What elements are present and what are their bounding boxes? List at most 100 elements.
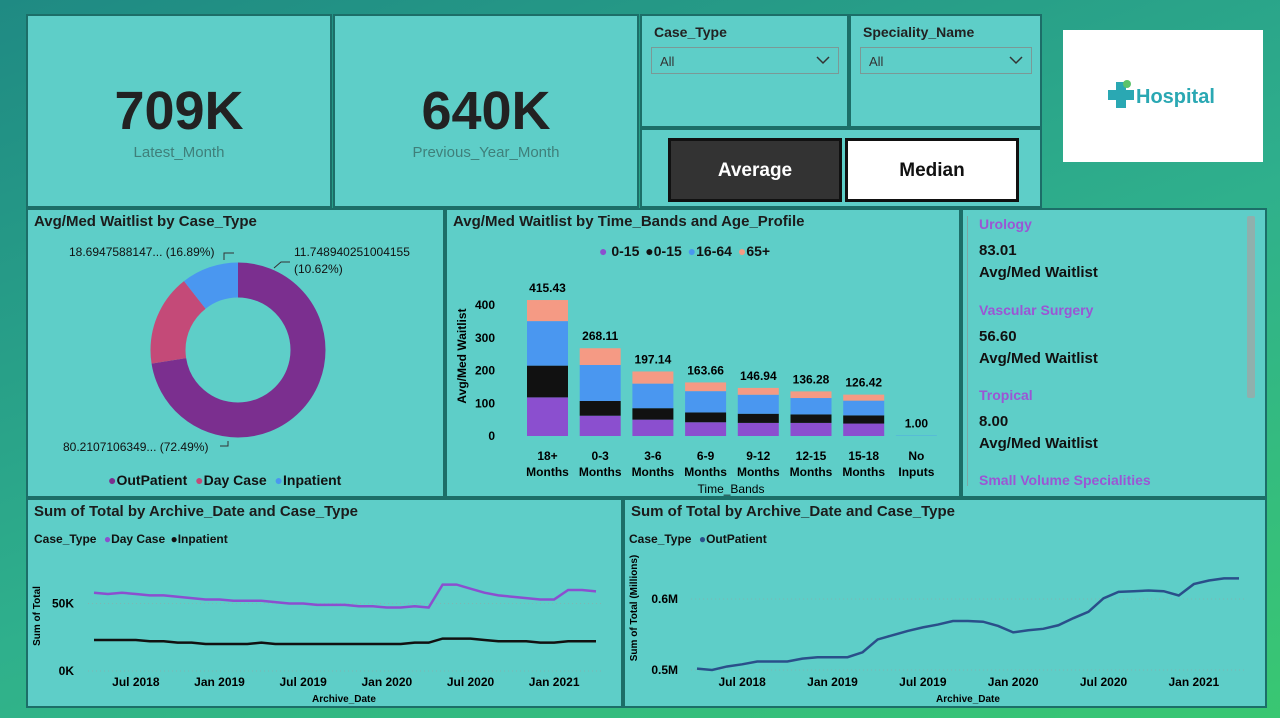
bar-category-label: 9-12 bbox=[746, 449, 770, 463]
bar-segment bbox=[790, 414, 832, 423]
series-line bbox=[93, 583, 597, 609]
speciality-dropdown[interactable]: All bbox=[860, 47, 1032, 74]
bar-segment bbox=[685, 422, 727, 436]
series-line bbox=[94, 637, 596, 646]
bar-total-label: 1.00 bbox=[905, 417, 929, 431]
line-ytick: 0.6M bbox=[651, 592, 678, 606]
card-label-0: Avg/Med Waitlist bbox=[979, 264, 1098, 281]
bar-ytick: 100 bbox=[475, 396, 495, 410]
speciality-title: Speciality_Name bbox=[863, 24, 975, 40]
bar-segment bbox=[737, 413, 779, 423]
stacked-bar-chart: 400 300 200 100 0 Avg/Med Waitlist 415.43 18+ Mo… bbox=[455, 281, 937, 496]
line-xlabel: Archive_Date bbox=[312, 694, 376, 705]
line-xtick: Jul 2019 bbox=[279, 675, 327, 689]
line-xtick: Jan 2019 bbox=[194, 675, 245, 689]
bar-segment bbox=[737, 394, 779, 414]
bar-segment bbox=[527, 397, 568, 436]
line-chart-left: 50K 0K Jul 2018 Jan 2019 Jul 2019 Jan 2020 Jul… bbox=[32, 583, 604, 705]
leader-line-inpatient bbox=[273, 261, 290, 269]
bar-segment bbox=[632, 383, 674, 409]
donut-legend: ●OutPatient ●Day Case ●Inpatient bbox=[108, 472, 341, 488]
case-type-value: All bbox=[660, 54, 675, 69]
hospital-logo: Hospital bbox=[1063, 30, 1263, 162]
line-xtick: Jan 2020 bbox=[988, 675, 1039, 689]
case-type-title: Case_Type bbox=[654, 24, 727, 40]
bar-category-label: 18+ bbox=[537, 449, 557, 463]
bar-ytick: 200 bbox=[475, 364, 495, 378]
speciality-value: All bbox=[869, 54, 884, 69]
bar-category-label: Months bbox=[737, 465, 780, 479]
bar-category-label: Months bbox=[684, 465, 727, 479]
leader-line-daycase bbox=[223, 252, 234, 260]
line-chart-right: 0.6M 0.5M Jul 2018 Jan 2019 Jul 2019 Jan 2020… bbox=[629, 555, 1247, 705]
line-ylabel: Sum of Total bbox=[32, 586, 43, 646]
bar-segment bbox=[737, 387, 779, 395]
measure-toggle-panel: Average Median bbox=[640, 128, 1042, 208]
bar-segment bbox=[685, 391, 727, 413]
bar-total-label: 163.66 bbox=[687, 363, 724, 377]
bar-xlabel: Time_Bands bbox=[698, 482, 765, 496]
bar-category-label: 3-6 bbox=[644, 449, 662, 463]
medical-cross-icon bbox=[1108, 80, 1134, 108]
line-ylabel: Sum of Total (Millions) bbox=[629, 555, 640, 661]
bar-segment bbox=[843, 423, 885, 436]
line-xtick: Jan 2019 bbox=[807, 675, 858, 689]
bar-total-label: 136.28 bbox=[793, 372, 830, 386]
line-xtick: Jul 2018 bbox=[718, 675, 766, 689]
bar-segment bbox=[843, 394, 885, 401]
bar-total-label: 146.94 bbox=[740, 369, 777, 383]
donut-label-inpatient-pct: (10.62%) bbox=[294, 262, 343, 276]
case-type-dropdown[interactable]: All bbox=[651, 47, 839, 74]
bar-ytick: 0 bbox=[488, 429, 495, 443]
bar-ytick: 400 bbox=[475, 298, 495, 312]
vertical-scrollbar[interactable] bbox=[1247, 216, 1255, 398]
bar-segment bbox=[632, 408, 674, 420]
kpi-previous-year-month: 640K Previous_Year_Month bbox=[333, 14, 639, 208]
bar-category-label: Months bbox=[632, 465, 675, 479]
line-xtick: Jul 2020 bbox=[1080, 675, 1128, 689]
line-chart-left-panel: Sum of Total by Archive_Date and Case_Ty… bbox=[26, 498, 623, 708]
kpi-latest-month: 709K Latest_Month bbox=[26, 14, 332, 208]
line-xtick: Jul 2018 bbox=[112, 675, 160, 689]
bar-category-label: Inputs bbox=[898, 465, 934, 479]
line-chart-right-panel: Sum of Total by Archive_Date and Case_Ty… bbox=[623, 498, 1267, 708]
bar-category-label: 12-15 bbox=[796, 449, 827, 463]
card-label-2: Avg/Med Waitlist bbox=[979, 435, 1098, 452]
card-category-2: Tropical bbox=[979, 387, 1033, 403]
donut-label-inpatient-value: 11.748940251004155 bbox=[294, 245, 410, 259]
median-button[interactable]: Median bbox=[845, 138, 1019, 202]
bar-category-label: Months bbox=[790, 465, 833, 479]
line-xtick: Jan 2021 bbox=[1168, 675, 1219, 689]
bar-segment bbox=[790, 398, 832, 415]
bar-category-label: Months bbox=[579, 465, 622, 479]
legend-outpatient: OutPatient bbox=[116, 472, 188, 488]
donut-label-daycase: 18.6947588147... (16.89%) bbox=[69, 245, 215, 259]
legend-dot-inpatient: ● bbox=[274, 472, 284, 488]
card-value-2: 8.00 bbox=[979, 413, 1009, 430]
bar-segment bbox=[685, 382, 727, 392]
bar-ytick: 300 bbox=[475, 331, 495, 345]
bar-segment bbox=[632, 371, 674, 384]
bar-segment bbox=[790, 422, 832, 436]
bar-segment bbox=[527, 365, 568, 398]
line-ytick: 50K bbox=[52, 597, 74, 611]
average-button[interactable]: Average bbox=[668, 138, 842, 202]
line-xtick: Jul 2019 bbox=[899, 675, 947, 689]
donut-label-outpatient: 80.2107106349... (72.49%) bbox=[63, 440, 209, 454]
legend-dot-daycase: ● bbox=[195, 472, 204, 488]
bar-segment bbox=[527, 300, 568, 322]
kpi-previous-label: Previous_Year_Month bbox=[412, 144, 560, 161]
line-xtick: Jan 2021 bbox=[529, 675, 580, 689]
bar-category-label: 6-9 bbox=[697, 449, 715, 463]
bar-ylabel: Avg/Med Waitlist bbox=[455, 308, 469, 403]
bar-total-label: 268.11 bbox=[582, 329, 618, 343]
card-category-0: Urology bbox=[979, 216, 1032, 232]
line-xtick: Jan 2020 bbox=[361, 675, 412, 689]
bar-segment bbox=[632, 419, 674, 436]
legend-daycase: Day Case bbox=[203, 472, 267, 488]
chevron-down-icon bbox=[816, 56, 830, 65]
kpi-previous-value: 640K bbox=[421, 81, 551, 141]
speciality-cards-panel: Urology 83.01 Avg/Med Waitlist Vascular … bbox=[961, 208, 1267, 498]
slicer-case-type: Case_Type All bbox=[640, 14, 849, 128]
line-ytick: 0K bbox=[59, 664, 75, 678]
